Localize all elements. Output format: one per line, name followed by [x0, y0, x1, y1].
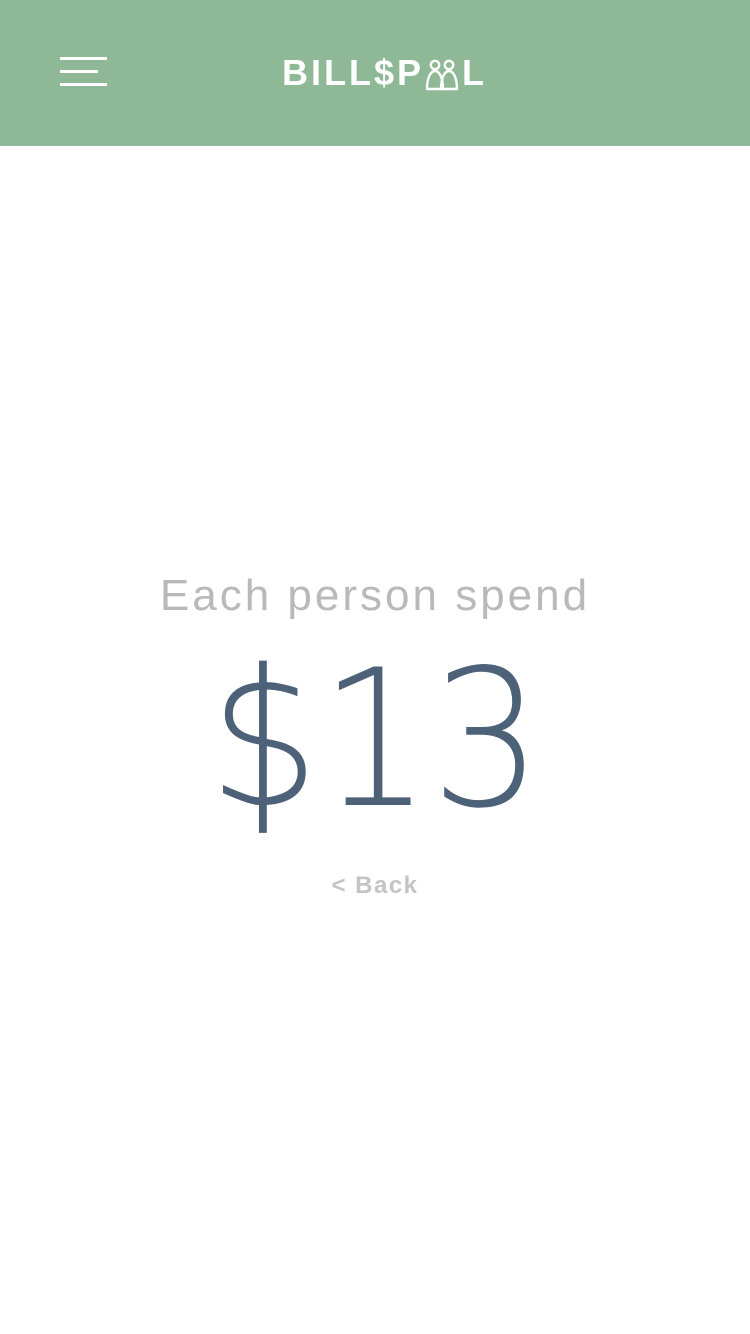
brand-text-part2: L	[462, 52, 488, 93]
amount-value: $13	[208, 629, 542, 850]
people-icon	[424, 58, 460, 91]
menu-bar-middle	[60, 70, 98, 73]
each-person-label: Each person spend	[159, 571, 591, 620]
menu-bar-top	[60, 57, 107, 60]
brand-logo[interactable]: BILL$P L	[282, 52, 487, 94]
hamburger-menu-icon[interactable]	[52, 46, 116, 98]
menu-bar-bottom	[60, 83, 107, 86]
app-header: BILL$P L	[0, 0, 750, 146]
per-person-amount: $13	[0, 640, 750, 840]
result-panel: Each person spend $13 < Back	[0, 560, 750, 902]
back-link[interactable]: < Back	[331, 870, 418, 902]
brand-text-part1: BILL$P	[282, 52, 425, 93]
